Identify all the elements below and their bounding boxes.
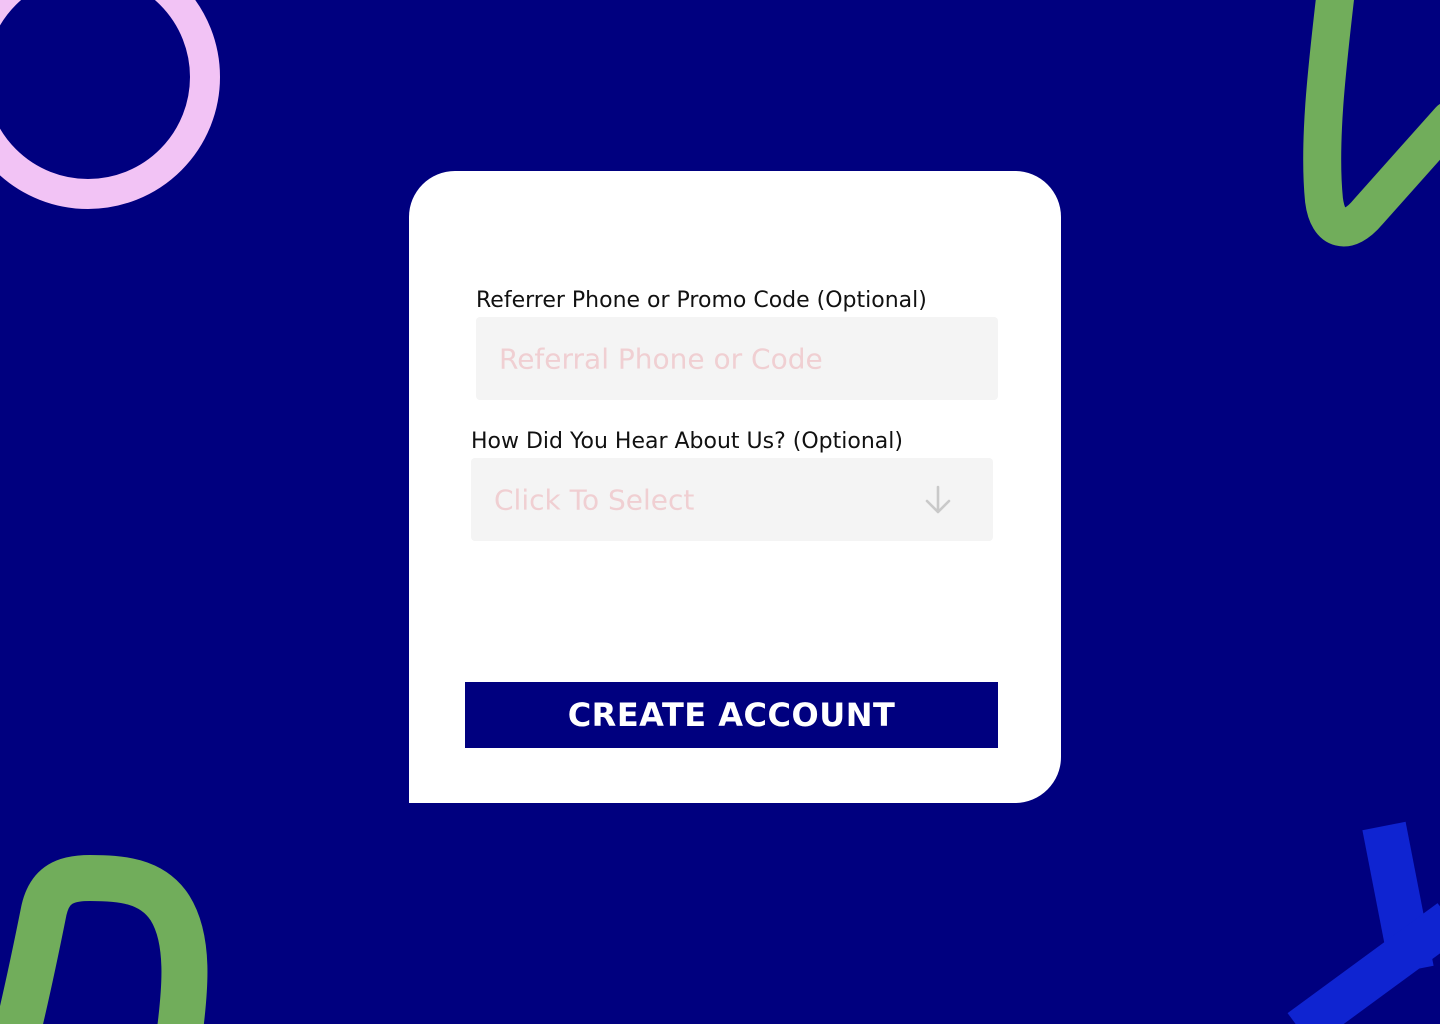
hear-about-select[interactable]: Click To Select xyxy=(471,458,993,541)
hear-about-field-label: How Did You Hear About Us? (Optional) xyxy=(471,429,903,454)
blue-stroke-bottom-right-decoration xyxy=(1362,821,1434,975)
referrer-input[interactable]: Referral Phone or Code xyxy=(476,317,998,400)
signup-card: Referrer Phone or Promo Code (Optional) … xyxy=(409,171,1061,803)
green-squiggle-top-right-decoration xyxy=(1303,0,1440,247)
referrer-field-label: Referrer Phone or Promo Code (Optional) xyxy=(476,288,927,313)
create-account-button[interactable]: CREATE ACCOUNT xyxy=(465,682,998,748)
blue-stroke-bottom-right-decoration-2 xyxy=(1287,903,1440,1024)
green-arch-bottom-left-decoration xyxy=(0,855,208,1024)
hear-about-select-placeholder: Click To Select xyxy=(494,483,695,516)
pink-ring-decoration xyxy=(0,0,220,209)
referrer-input-placeholder: Referral Phone or Code xyxy=(499,342,823,375)
arrow-down-icon xyxy=(925,485,951,514)
